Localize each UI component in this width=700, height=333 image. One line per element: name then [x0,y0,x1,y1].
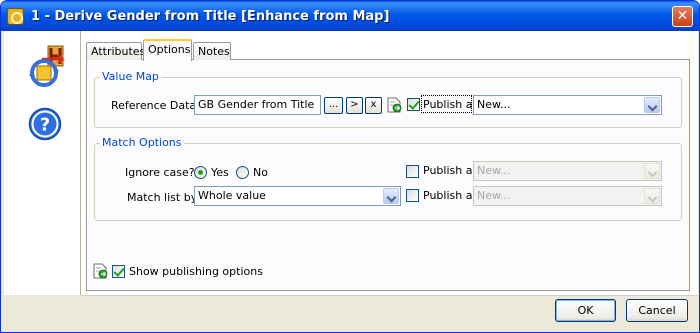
window-icon [7,8,24,25]
ignore-case-yes-label[interactable]: Yes [211,166,229,179]
publish-reference-checkbox[interactable] [407,98,420,111]
chevron-down-icon[interactable] [644,163,660,179]
tab-options[interactable]: Options [143,39,192,61]
value-map-group-label: Value Map [100,70,161,83]
publish-ignore-case-checkbox[interactable] [406,165,419,178]
chevron-down-icon[interactable] [644,188,660,204]
tab-notes[interactable]: Notes [193,42,231,60]
publish-reference-dropdown[interactable]: New... [473,95,662,115]
processor-icon [29,45,66,87]
chevron-down-icon[interactable] [644,97,660,113]
show-publishing-label[interactable]: Show publishing options [129,265,263,278]
publish-match-list-value: New... [477,189,511,202]
tab-attributes[interactable]: Attributes [86,42,145,60]
dialog-window: 1 - Derive Gender from Title [Enhance fr… [0,0,700,333]
browse-button[interactable]: ... [324,97,343,114]
title-bar[interactable]: 1 - Derive Gender from Title [Enhance fr… [1,1,699,31]
chevron-down-icon[interactable] [383,188,399,204]
match-options-group-label: Match Options [100,136,184,149]
reference-data-field[interactable]: GB Gender from Title [194,95,321,115]
ignore-case-no-label[interactable]: No [253,166,268,179]
ignore-case-yes-radio[interactable] [194,166,207,179]
close-button[interactable]: ✕ [672,6,693,27]
ok-button[interactable]: OK [555,299,616,322]
publish-match-list-checkbox[interactable] [406,189,419,202]
match-options-group: Match Options [94,136,682,221]
footer-divider [81,295,698,296]
publish-icon [93,263,108,279]
ignore-case-label: Ignore case? [125,166,195,179]
match-list-by-value: Whole value [198,189,266,202]
clear-reference-button[interactable]: x [365,97,382,114]
reference-data-label: Reference Data [111,99,197,112]
publish-ignore-case-dropdown[interactable]: New... [473,161,662,181]
side-panel: ? [4,31,81,295]
publish-reference-value: New... [477,98,511,111]
match-list-by-label: Match list by [127,191,198,204]
window-title: 1 - Derive Gender from Title [Enhance fr… [31,9,390,24]
publish-ignore-case-value: New... [477,164,511,177]
publish-ignore-case-label[interactable]: Publish as [423,164,478,177]
match-list-by-dropdown[interactable]: Whole value [194,186,401,206]
help-icon[interactable]: ? [28,107,62,141]
ignore-case-no-radio[interactable] [236,166,249,179]
publish-match-list-label[interactable]: Publish as [423,189,478,202]
publish-match-list-dropdown[interactable]: New... [473,186,662,206]
go-to-reference-button[interactable]: > [346,97,363,114]
publish-icon [387,97,402,113]
options-tab-panel: Value Map Reference Data GB Gender from … [86,59,690,291]
show-publishing-checkbox[interactable] [112,265,125,278]
svg-text:?: ? [40,115,50,136]
cancel-button[interactable]: Cancel [626,299,688,322]
publish-reference-label[interactable]: Publish as [423,98,478,111]
